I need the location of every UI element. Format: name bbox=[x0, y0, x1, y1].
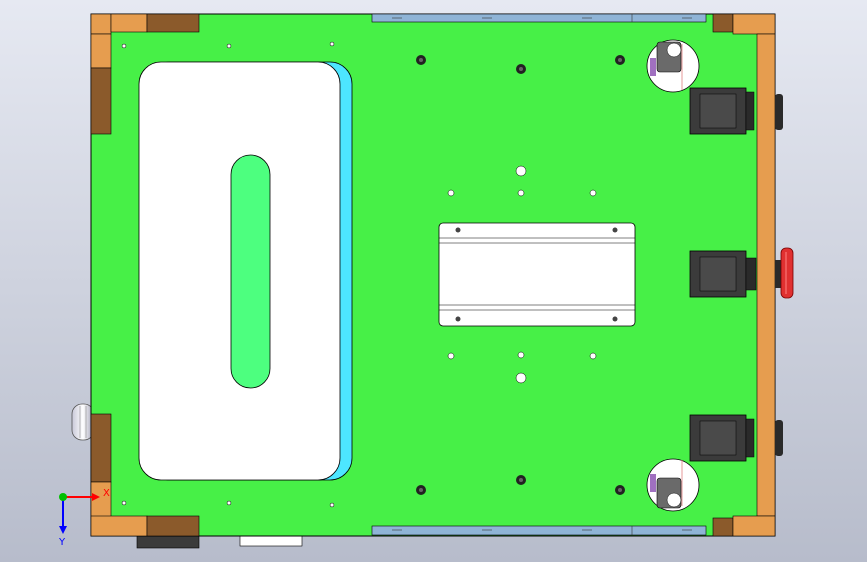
triad-origin bbox=[59, 493, 67, 501]
controller-bracket[interactable] bbox=[438, 222, 636, 327]
cad-scene[interactable]: X Y bbox=[0, 0, 867, 562]
y-axis-label: Y bbox=[58, 537, 66, 548]
caster-wheel-top[interactable] bbox=[646, 39, 700, 93]
caster-wheel-bottom[interactable] bbox=[646, 458, 700, 512]
center-slot[interactable] bbox=[230, 154, 271, 389]
motor-mount-middle[interactable] bbox=[689, 250, 757, 298]
cad-viewport[interactable]: X Y bbox=[0, 0, 867, 562]
x-axis-label: X bbox=[103, 488, 110, 499]
top-rail[interactable] bbox=[371, 13, 707, 23]
bottom-rail[interactable] bbox=[371, 525, 707, 536]
